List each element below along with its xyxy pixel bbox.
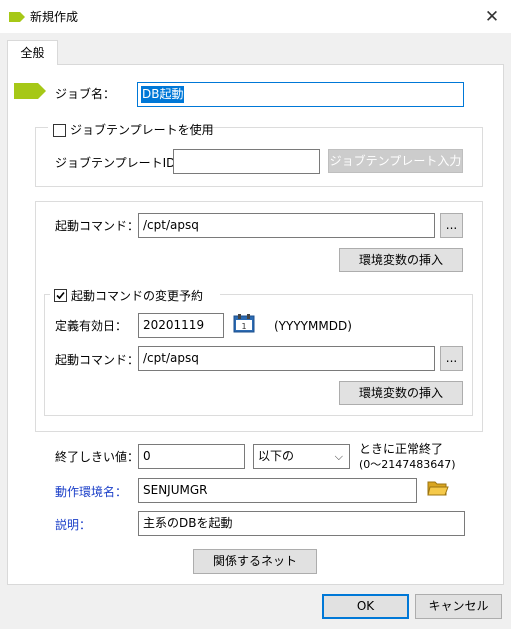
chevron-down-icon: ⌵ bbox=[334, 450, 343, 463]
environment-input[interactable]: SENJUMGR bbox=[138, 478, 417, 503]
calendar-icon[interactable]: 1 bbox=[233, 313, 255, 333]
threshold-condition-value: 以下の bbox=[258, 449, 295, 463]
folder-icon[interactable] bbox=[426, 478, 450, 498]
ok-button[interactable]: OK bbox=[322, 594, 409, 619]
job-name-label: ジョブ名： bbox=[55, 87, 116, 101]
command-browse-button[interactable]: ... bbox=[440, 213, 463, 238]
threshold-label: 終了しきい値： bbox=[55, 450, 140, 464]
command-label: 起動コマンド： bbox=[55, 219, 140, 233]
threshold-condition-select[interactable]: 以下の ⌵ bbox=[253, 444, 350, 469]
description-label[interactable]: 説明： bbox=[55, 517, 91, 533]
template-id-input[interactable] bbox=[173, 149, 320, 174]
threshold-input[interactable]: 0 bbox=[138, 444, 245, 469]
job-name-value: DB起動 bbox=[141, 86, 185, 103]
threshold-suffix: ときに正常終了 bbox=[359, 442, 444, 456]
schedule-checkbox-label[interactable]: 起動コマンドの変更予約 bbox=[71, 288, 203, 304]
template-input-button[interactable]: ジョブテンプレート入力 bbox=[328, 149, 463, 173]
scheduled-command-input[interactable]: /cpt/apsq bbox=[138, 346, 435, 371]
window-title: 新規作成 bbox=[30, 10, 79, 24]
cancel-button[interactable]: キャンセル bbox=[415, 594, 502, 619]
template-checkbox[interactable] bbox=[53, 124, 66, 137]
description-input[interactable]: 主系のDBを起動 bbox=[138, 511, 465, 536]
job-marker-icon bbox=[14, 83, 46, 99]
threshold-range: (0〜2147483647) bbox=[359, 458, 456, 471]
command-input[interactable]: /cpt/apsq bbox=[138, 213, 435, 238]
effective-date-label: 定義有効日： bbox=[55, 319, 128, 333]
effective-date-input[interactable]: 20201119 bbox=[138, 313, 224, 338]
close-icon[interactable]: ✕ bbox=[479, 6, 505, 28]
environment-label[interactable]: 動作環境名： bbox=[55, 484, 127, 500]
check-icon bbox=[56, 291, 65, 300]
scheduled-env-button[interactable]: 環境変数の挿入 bbox=[339, 381, 463, 405]
command-env-button[interactable]: 環境変数の挿入 bbox=[339, 248, 463, 272]
scheduled-command-browse-button[interactable]: ... bbox=[440, 346, 463, 371]
template-checkbox-label[interactable]: ジョブテンプレートを使用 bbox=[70, 122, 214, 138]
date-format-hint: (YYYYMMDD) bbox=[274, 319, 352, 333]
scheduled-command-label: 起動コマンド： bbox=[55, 353, 140, 367]
schedule-checkbox[interactable] bbox=[54, 289, 67, 302]
job-icon bbox=[9, 12, 25, 22]
tab-general[interactable]: 全般 bbox=[7, 40, 58, 65]
template-id-label: ジョブテンプレートID： bbox=[55, 156, 188, 170]
job-name-input[interactable]: DB起動 bbox=[137, 82, 464, 107]
svg-text:1: 1 bbox=[241, 322, 246, 331]
related-nets-button[interactable]: 関係するネット bbox=[193, 549, 317, 574]
